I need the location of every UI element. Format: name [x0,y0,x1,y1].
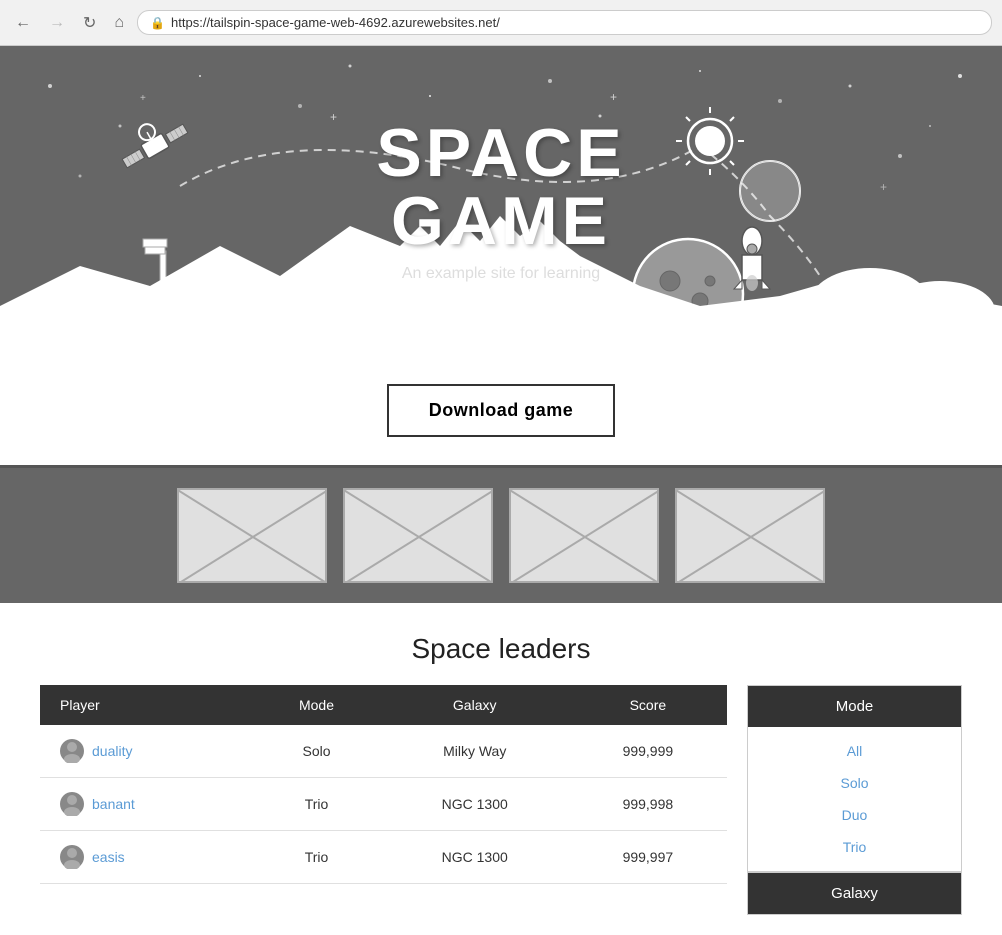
galaxy-cell: NGC 1300 [381,778,569,831]
avatar [60,792,84,816]
mode-cell: Solo [252,725,380,778]
avatar [60,739,84,763]
forward-button[interactable]: → [44,12,70,34]
download-section: Download game [0,356,1002,468]
table-row: banant TrioNGC 1300999,998 [40,778,727,831]
hero-title: SPACE GAME [376,119,625,255]
filter-solo[interactable]: Solo [748,767,961,799]
media-image-4 [675,488,825,583]
mode-cell: Trio [252,831,380,884]
refresh-button[interactable]: ↻ [78,11,101,35]
browser-chrome: ← → ↻ ⌂ 🔒 https://tailspin-space-game-we… [0,0,1002,46]
leaders-title: Space leaders [20,633,982,665]
back-button[interactable]: ← [10,12,36,34]
player-cell: easis [40,831,252,884]
galaxy-cell: NGC 1300 [381,831,569,884]
svg-text:+: + [610,90,617,104]
col-score: Score [569,685,727,725]
filter-duo[interactable]: Duo [748,799,961,831]
media-image-1 [177,488,327,583]
galaxy-filter-header: Galaxy [748,873,961,914]
score-cell: 999,998 [569,778,727,831]
table-row: easis TrioNGC 1300999,997 [40,831,727,884]
filter-all[interactable]: All [748,735,961,767]
galaxy-cell: Milky Way [381,725,569,778]
mode-cell: Trio [252,778,380,831]
player-cell: duality [40,725,252,778]
table-row: duality SoloMilky Way999,999 [40,725,727,778]
content-area: Player Mode Galaxy Score dualitySoloMilk… [20,685,982,915]
satellite-icon [113,108,190,171]
avatar [60,845,84,869]
filter-sidebar: Mode All Solo Duo Trio Galaxy [747,685,962,915]
svg-text:+: + [880,180,887,194]
download-button[interactable]: Download game [387,384,616,437]
player-link[interactable]: easis [92,849,125,865]
col-mode: Mode [252,685,380,725]
svg-text:+: + [140,93,146,104]
score-cell: 999,997 [569,831,727,884]
leaderboard-table: Player Mode Galaxy Score duality SoloMilk… [40,685,727,884]
media-image-3 [509,488,659,583]
media-image-2 [343,488,493,583]
media-section [0,468,1002,603]
leaderboard: Player Mode Galaxy Score duality SoloMilk… [40,685,727,915]
hero-subtitle: An example site for learning [376,265,625,283]
col-galaxy: Galaxy [381,685,569,725]
svg-text:+: + [330,110,337,124]
col-player: Player [40,685,252,725]
lock-icon: 🔒 [150,16,165,30]
player-cell: banant [40,778,252,831]
mode-filter-header: Mode [748,686,961,727]
player-link[interactable]: banant [92,796,135,812]
player-link[interactable]: duality [92,743,132,759]
table-header-row: Player Mode Galaxy Score [40,685,727,725]
score-cell: 999,999 [569,725,727,778]
leaderboard-body: duality SoloMilky Way999,999 banant TrioNGC… [40,725,727,884]
hero-section: + + + + [0,46,1002,356]
galaxy-filter-box: Galaxy [747,872,962,915]
leaders-section: Space leaders Player Mode Galaxy Score d… [0,603,1002,935]
filter-trio[interactable]: Trio [748,831,961,863]
home-button[interactable]: ⌂ [109,12,129,34]
address-bar[interactable]: 🔒 https://tailspin-space-game-web-4692.a… [137,10,992,35]
mode-filter-box: Mode All Solo Duo Trio [747,685,962,872]
url-text: https://tailspin-space-game-web-4692.azu… [171,15,500,30]
mode-filter-body: All Solo Duo Trio [748,727,961,871]
hero-content: SPACE GAME An example site for learning [376,119,625,283]
